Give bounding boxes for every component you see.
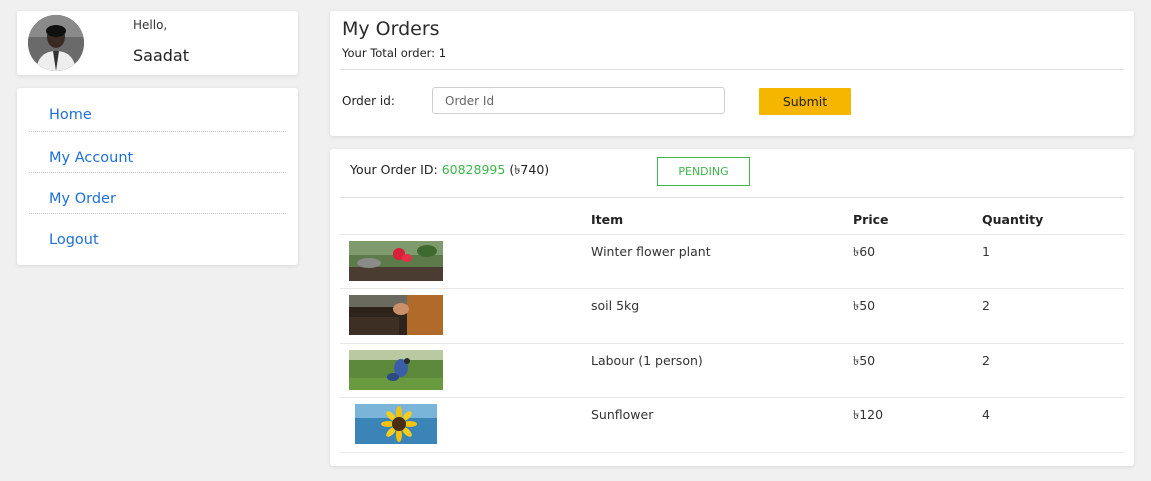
item-name: Labour (1 person) <box>591 343 853 398</box>
item-price: ৳50 <box>853 288 982 344</box>
table-row: soil 5kg ৳50 2 <box>340 288 1124 344</box>
status-badge: PENDING <box>657 157 750 186</box>
product-thumbnail-cell <box>340 397 591 453</box>
product-thumbnail-cell <box>340 343 591 398</box>
labour-photo <box>349 349 443 390</box>
flower-plant-photo <box>349 240 443 281</box>
total-orders-text: Your Total order: 1 <box>342 46 447 60</box>
item-quantity: 4 <box>982 397 1124 453</box>
order-id-value: 60828995 <box>441 162 506 177</box>
order-amount: (৳740) <box>509 162 550 177</box>
sidebar-item-logout[interactable]: Logout <box>29 214 286 255</box>
column-header-quantity: Quantity <box>982 198 1124 235</box>
table-row: Winter flower plant ৳60 1 <box>340 234 1124 289</box>
table-row: Labour (1 person) ৳50 2 <box>340 343 1124 398</box>
item-price: ৳60 <box>853 234 982 289</box>
product-thumbnail-cell <box>340 288 591 344</box>
sidebar-nav: Home My Account My Order Logout <box>17 88 298 265</box>
item-name: Sunflower <box>591 397 853 453</box>
profile-card: Hello, Saadat <box>17 11 298 75</box>
sidebar-item-home[interactable]: Home <box>29 88 286 132</box>
item-quantity: 2 <box>982 288 1124 344</box>
order-id-line: Your Order ID: 60828995 (৳740) <box>350 162 549 182</box>
column-header-image <box>340 198 591 235</box>
user-avatar-icon <box>28 15 84 71</box>
item-price: ৳120 <box>853 397 982 453</box>
sunflower-photo <box>355 404 437 444</box>
column-header-item: Item <box>591 198 853 235</box>
order-items-table: Item Price Quantity Winter flower plant … <box>340 198 1124 453</box>
orders-search-card: My Orders Your Total order: 1 Order id: … <box>330 11 1134 136</box>
order-id-input[interactable] <box>432 87 725 114</box>
divider <box>340 69 1124 70</box>
submit-button[interactable]: Submit <box>759 88 851 115</box>
user-name: Saadat <box>133 46 189 65</box>
item-quantity: 2 <box>982 343 1124 398</box>
sidebar-item-my-order[interactable]: My Order <box>29 173 286 214</box>
item-name: soil 5kg <box>591 288 853 344</box>
column-header-price: Price <box>853 198 982 235</box>
item-quantity: 1 <box>982 234 1124 289</box>
table-row: Sunflower ৳120 4 <box>340 397 1124 453</box>
item-price: ৳50 <box>853 343 982 398</box>
order-id-label: Order id: <box>342 94 395 108</box>
order-detail-card: Your Order ID: 60828995 (৳740) PENDING Ite… <box>330 149 1134 466</box>
order-id-prefix: Your Order ID: <box>350 162 438 177</box>
item-name: Winter flower plant <box>591 234 853 289</box>
soil-photo <box>349 295 443 335</box>
page-title: My Orders <box>342 18 440 40</box>
greeting: Hello, <box>133 18 168 32</box>
sidebar-item-my-account[interactable]: My Account <box>29 132 286 173</box>
product-thumbnail-cell <box>340 234 591 289</box>
table-header-row: Item Price Quantity <box>340 198 1124 235</box>
avatar[interactable] <box>28 15 84 71</box>
